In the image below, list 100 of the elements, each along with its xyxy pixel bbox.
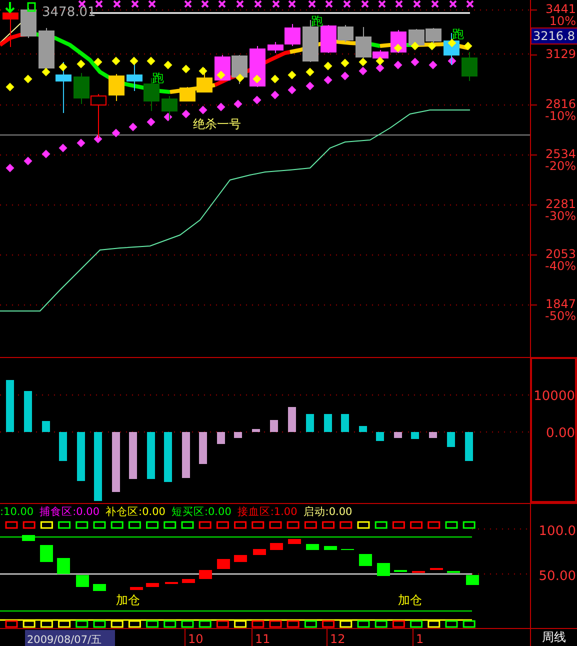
candlestick xyxy=(250,46,266,88)
indicator-bar xyxy=(270,543,283,550)
indicator-bar xyxy=(234,555,247,562)
histogram-bar xyxy=(42,421,50,432)
histogram-bar xyxy=(24,391,32,432)
candlestick xyxy=(90,94,106,138)
indicator-bar xyxy=(182,579,195,583)
percent-axis-label: -20% xyxy=(544,159,576,173)
indicator-bar xyxy=(394,570,407,572)
period-label: 周线 xyxy=(542,629,566,646)
histogram-bar xyxy=(376,432,384,441)
signal-label: 跑 xyxy=(452,27,464,41)
candlestick xyxy=(408,28,424,48)
price-axis-label: 2816 xyxy=(545,97,576,111)
percent-axis-label: -30% xyxy=(544,209,576,223)
indicator-bar xyxy=(76,575,89,587)
legend-item: :10.00 xyxy=(0,506,34,518)
legend-item: 捕食区:0.00 xyxy=(40,505,100,519)
arrow-icon xyxy=(5,1,15,14)
time-axis-label: 10 xyxy=(188,632,204,646)
histogram-bar xyxy=(77,432,85,481)
indicator-bar xyxy=(447,571,460,573)
annotation-label: 加仓 xyxy=(398,593,422,607)
indicator-bar xyxy=(146,583,159,587)
legend-item: 启动:0.00 xyxy=(303,505,352,519)
histogram-bar xyxy=(147,432,155,479)
indicator-bar xyxy=(22,535,35,541)
indicator-bar xyxy=(359,554,372,566)
indicator-bar xyxy=(412,571,425,573)
candlestick xyxy=(20,8,36,38)
histogram-bar xyxy=(429,432,437,438)
value-axis-label: 100.0 xyxy=(538,524,576,539)
candlestick xyxy=(2,12,18,48)
histogram-bar xyxy=(182,432,190,478)
candlestick xyxy=(162,96,178,120)
indicator-bar xyxy=(130,587,143,590)
current-price-tag: 3216.8 xyxy=(530,28,577,44)
histogram-bar xyxy=(217,432,225,444)
high-price-label: 3478.01 xyxy=(42,5,96,20)
indicator-bar xyxy=(377,563,390,576)
histogram-bar xyxy=(164,432,172,482)
candlestick xyxy=(426,28,442,46)
candlestick xyxy=(74,72,90,104)
indicator-bar xyxy=(466,575,479,585)
histogram-bar xyxy=(394,432,402,438)
price-axis-label: 2534 xyxy=(545,147,576,161)
legend-item: 接血区:1.00 xyxy=(237,505,298,519)
histogram-bar xyxy=(94,432,102,501)
percent-axis-label: -40% xyxy=(544,259,576,273)
histogram-bar xyxy=(234,432,242,438)
legend-item: 补仓区:0.00 xyxy=(106,505,166,519)
indicator-bar xyxy=(430,568,443,570)
histogram-bar xyxy=(288,407,296,432)
percent-axis-label: -10% xyxy=(544,109,576,123)
price-axis-label: 2053 xyxy=(545,247,576,261)
annotation-label: 加仓 xyxy=(116,593,140,607)
price-axis-label: 2281 xyxy=(545,197,576,211)
histogram-bar xyxy=(411,432,419,439)
percent-axis-label: -50% xyxy=(544,309,576,323)
value-axis-label: 10000 xyxy=(534,389,575,404)
signal-label: 跑 xyxy=(152,71,164,85)
candlestick xyxy=(462,52,478,82)
histogram-bar xyxy=(324,414,332,432)
indicator-bar xyxy=(324,546,337,550)
histogram-bar xyxy=(252,429,260,432)
time-axis-label: 11 xyxy=(255,632,270,646)
value-axis-label: 50.00 xyxy=(538,569,576,584)
time-axis-label: 12 xyxy=(330,632,346,646)
candlestick xyxy=(108,74,124,102)
percent-axis-label: 10% xyxy=(549,14,576,28)
histogram-bar xyxy=(129,432,137,479)
candlestick xyxy=(38,28,54,70)
date-tag: 2009/08/07/五 xyxy=(25,630,115,646)
legend-item: 短买区:0.00 xyxy=(171,505,232,519)
marker-icon xyxy=(27,2,36,12)
indicator-bar xyxy=(306,544,319,550)
histogram-bar xyxy=(447,432,455,447)
indicator-bar xyxy=(165,582,178,584)
indicator-bar xyxy=(288,539,301,544)
price-axis-label: 3129 xyxy=(545,47,576,61)
time-axis-label: 1 xyxy=(416,632,424,646)
indicator-bar xyxy=(217,559,230,569)
candlestick xyxy=(214,54,230,80)
value-axis-label: 0.00 xyxy=(546,426,575,441)
candlestick xyxy=(232,54,248,84)
candlestick xyxy=(56,62,72,114)
indicator-bar xyxy=(40,545,53,562)
histogram-bar xyxy=(341,414,349,432)
histogram-bar xyxy=(270,420,278,432)
signal-label: 跑 xyxy=(311,14,323,28)
indicator-bar xyxy=(199,570,212,579)
histogram-bar xyxy=(359,426,367,432)
strategy-label: 绝杀一号 xyxy=(193,117,241,131)
indicator-bar xyxy=(341,549,354,550)
indicator-bar xyxy=(57,558,70,574)
histogram-bar xyxy=(199,432,207,464)
histogram-bar xyxy=(59,432,67,461)
price-axis-label: 3441 xyxy=(545,2,576,16)
histogram-bar xyxy=(306,414,314,432)
indicator-bar xyxy=(253,549,266,555)
